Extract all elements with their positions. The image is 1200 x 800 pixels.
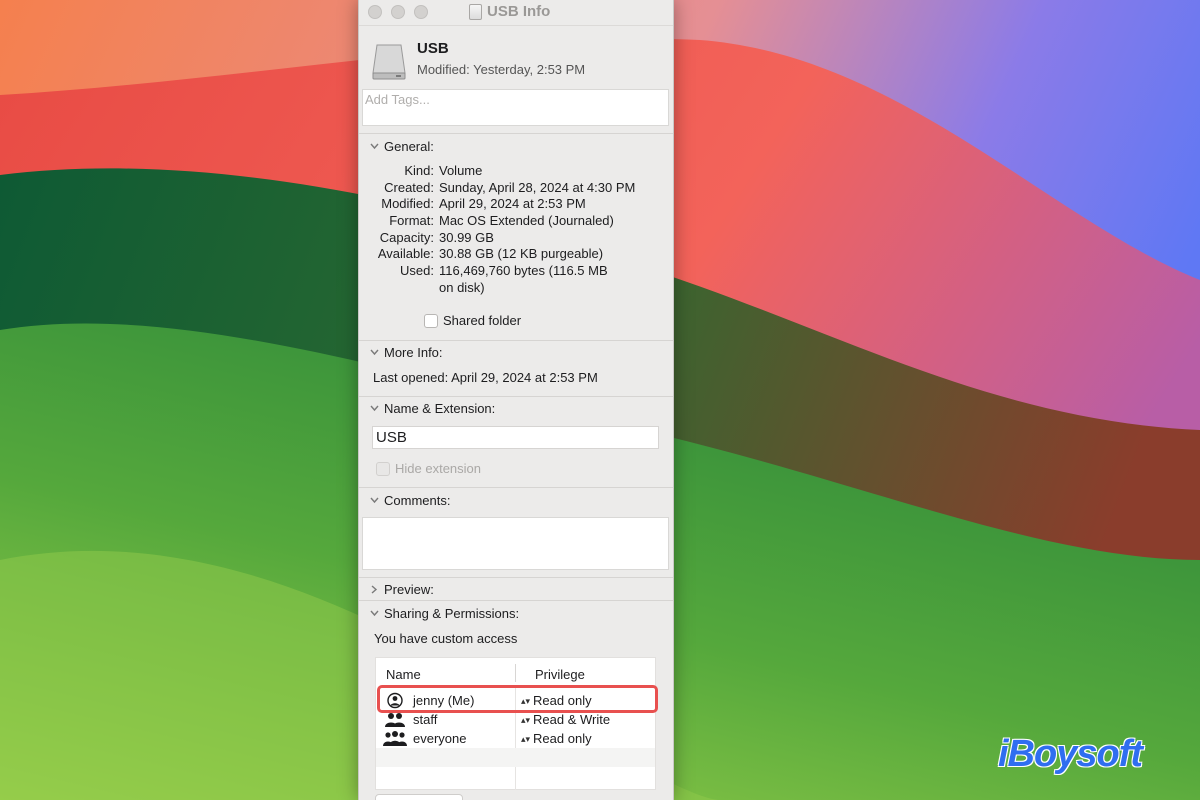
divider — [359, 577, 673, 578]
updown-arrows-icon: ▴▾ — [521, 714, 531, 725]
row-value: April 29, 2024 at 2:53 PM — [439, 196, 586, 211]
row-key: Available: — [377, 246, 434, 261]
section-more-info-label: More Info: — [384, 344, 443, 360]
general-row: Kind: Volume — [359, 163, 673, 180]
divider — [359, 133, 673, 134]
comments-field[interactable] — [362, 517, 669, 570]
shared-folder-checkbox-row[interactable]: Shared folder — [424, 313, 521, 328]
section-name-extension-toggle[interactable]: Name & Extension: — [370, 400, 495, 416]
chevron-right-icon — [370, 585, 378, 594]
privilege-value: Read only — [533, 731, 592, 746]
last-opened-text: Last opened: April 29, 2024 at 2:53 PM — [373, 370, 598, 385]
item-modified-date: Modified: Yesterday, 2:53 PM — [417, 62, 586, 77]
highlight-box — [377, 685, 658, 713]
hide-extension-checkbox[interactable] — [376, 461, 390, 476]
item-name: USB — [417, 40, 449, 57]
section-general-label: General: — [384, 138, 434, 154]
get-info-window: USB Info USB Modified: Yesterday, 2:53 P… — [358, 0, 674, 800]
column-header-privilege[interactable]: Privilege — [535, 667, 585, 682]
privilege-popup[interactable]: ▴▾ Read only — [521, 731, 592, 746]
minimize-button[interactable] — [391, 5, 405, 19]
row-key: Kind: — [404, 163, 434, 178]
row-user-name: everyone — [413, 731, 467, 746]
privilege-popup[interactable]: ▴▾ Read & Write — [521, 712, 610, 727]
updown-arrows-icon: ▴▾ — [521, 733, 531, 744]
name-input[interactable] — [373, 427, 658, 448]
row-value: 116,469,760 bytes (116.5 MB — [439, 263, 608, 278]
section-more-info-toggle[interactable]: More Info: — [370, 344, 443, 360]
row-key: Created: — [384, 180, 434, 195]
chevron-down-icon — [370, 142, 379, 150]
permissions-table: Name Privilege jenny (Me) ▴▾ Read only s… — [375, 657, 656, 790]
row-value: 30.88 GB (12 KB purgeable) — [439, 246, 604, 261]
brand-watermark: iBoysoft — [998, 733, 1143, 775]
zoom-button[interactable] — [414, 5, 428, 19]
general-row: Capacity: 30.99 GB — [359, 230, 673, 247]
hide-extension-label: Hide extension — [395, 461, 481, 476]
general-row: Used: 116,469,760 bytes (116.5 MB — [359, 263, 673, 280]
hide-extension-checkbox-row[interactable]: Hide extension — [376, 461, 481, 476]
column-header-name[interactable]: Name — [386, 667, 421, 682]
shared-folder-label: Shared folder — [443, 313, 522, 328]
section-sharing-toggle[interactable]: Sharing & Permissions: — [370, 605, 519, 621]
section-general-toggle[interactable]: General: — [370, 138, 434, 154]
privilege-value: Read & Write — [533, 712, 611, 727]
drive-icon — [469, 3, 482, 20]
name-field[interactable] — [372, 426, 659, 449]
table-row-empty — [376, 767, 655, 786]
table-row-empty — [376, 748, 655, 767]
section-preview-toggle[interactable]: Preview: — [370, 581, 434, 597]
row-key: Used: — [400, 263, 434, 278]
divider — [359, 600, 673, 601]
general-row: Modified: April 29, 2024 at 2:53 PM — [359, 196, 673, 213]
row-key — [359, 280, 439, 297]
chevron-down-icon — [370, 404, 379, 412]
window-title: USB Info — [487, 3, 551, 20]
row-key: Modified: — [381, 196, 434, 211]
table-row[interactable]: everyone ▴▾ Read only — [376, 729, 655, 748]
section-name-extension-label: Name & Extension: — [384, 400, 496, 416]
row-user-name: staff — [413, 712, 438, 727]
external-drive-icon — [371, 42, 407, 83]
chevron-down-icon — [370, 496, 379, 504]
info-header: USB Modified: Yesterday, 2:53 PM — [371, 38, 661, 84]
column-separator — [515, 664, 516, 682]
general-row: Created: Sunday, April 28, 2024 at 4:30 … — [359, 180, 673, 197]
chevron-down-icon — [370, 348, 379, 356]
access-text: You have custom access — [374, 631, 518, 646]
chevron-down-icon — [370, 609, 379, 617]
general-row: Available: 30.88 GB (12 KB purgeable) — [359, 246, 673, 263]
add-remove-buttons[interactable] — [375, 794, 463, 800]
row-value: Mac OS Extended (Journaled) — [439, 213, 614, 228]
divider — [359, 487, 673, 488]
general-row: on disk) — [359, 280, 673, 297]
user-group-icon — [382, 711, 408, 728]
section-comments-toggle[interactable]: Comments: — [370, 492, 450, 508]
table-header: Name Privilege — [376, 658, 655, 686]
title-bar[interactable]: USB Info — [359, 0, 673, 26]
close-button[interactable] — [368, 5, 382, 19]
row-value: 30.99 GB — [439, 230, 494, 245]
general-row: Format: Mac OS Extended (Journaled) — [359, 213, 673, 230]
row-key: Format: — [389, 213, 434, 228]
divider — [359, 340, 673, 341]
shared-folder-checkbox[interactable] — [424, 313, 438, 328]
divider — [359, 396, 673, 397]
row-value: Sunday, April 28, 2024 at 4:30 PM — [439, 180, 636, 195]
row-key: Capacity: — [379, 230, 434, 245]
comments-input[interactable] — [363, 518, 668, 569]
section-comments-label: Comments: — [384, 492, 451, 508]
section-preview-label: Preview: — [384, 581, 434, 597]
row-value: on disk) — [439, 280, 485, 295]
row-value: Volume — [439, 163, 483, 178]
tags-field[interactable] — [362, 89, 669, 126]
everyone-icon — [382, 730, 408, 747]
tags-input[interactable] — [365, 92, 665, 107]
section-sharing-label: Sharing & Permissions: — [384, 605, 520, 621]
